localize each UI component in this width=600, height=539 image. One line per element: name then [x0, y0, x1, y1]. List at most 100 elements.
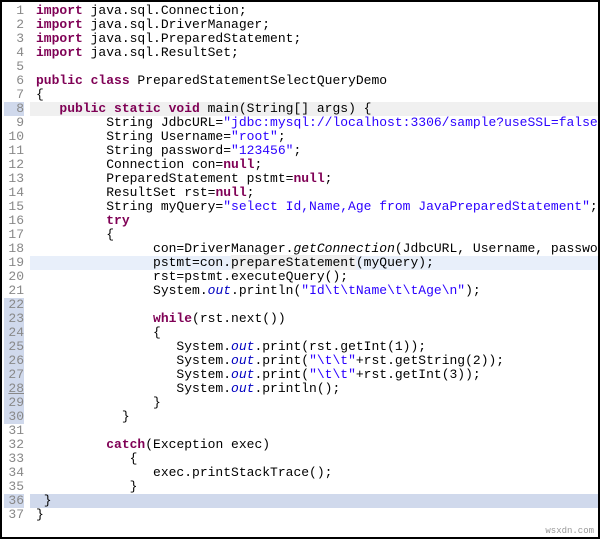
code-line: con=DriverManager.getConnection(JdbcURL,… — [30, 242, 598, 256]
token: out — [231, 353, 254, 368]
token: "123456" — [231, 143, 293, 158]
token: catch — [106, 437, 145, 452]
line-number: 37 — [4, 508, 24, 522]
token: import — [36, 31, 91, 46]
token: } — [36, 493, 52, 508]
code-line: { — [30, 452, 598, 466]
code-line: ResultSet rst=null; — [30, 186, 598, 200]
code-line: public class PreparedStatementSelectQuer… — [30, 74, 598, 88]
token: out — [231, 367, 254, 382]
token: exec.printStackTrace(); — [36, 465, 332, 480]
code-line: } — [30, 480, 598, 494]
token — [36, 213, 106, 228]
code-line: String Username="root"; — [30, 130, 598, 144]
code-line: String password="123456"; — [30, 144, 598, 158]
token: "\t\t" — [309, 367, 356, 382]
token: System. — [36, 283, 208, 298]
token: +rst.getString(2)); — [356, 353, 504, 368]
token: .println(); — [254, 381, 340, 396]
line-number: 12 — [4, 158, 24, 172]
line-number: 30 — [4, 410, 24, 424]
code-line: System.out.println("Id\t\tName\t\tAge\n"… — [30, 284, 598, 298]
token: prepareStatement — [231, 255, 356, 270]
token: System. — [36, 381, 231, 396]
token: (Exception exec) — [145, 437, 270, 452]
code-line: try — [30, 214, 598, 228]
code-area[interactable]: import java.sql.Connection;import java.s… — [30, 2, 598, 537]
code-line: System.out.print("\t\t"+rst.getInt(3)); — [30, 368, 598, 382]
token: { — [36, 87, 44, 102]
line-number: 31 — [4, 424, 24, 438]
code-line: pstmt=con.prepareStatement(myQuery); — [30, 256, 598, 270]
token: "Id\t\tName\t\tAge\n" — [301, 283, 465, 298]
line-number: 35 — [4, 480, 24, 494]
code-line: import java.sql.Connection; — [30, 4, 598, 18]
line-number: 15 — [4, 200, 24, 214]
token — [36, 101, 59, 116]
token: System. — [36, 353, 231, 368]
code-line: catch(Exception exec) — [30, 438, 598, 452]
line-number: 14 — [4, 186, 24, 200]
code-line: } — [30, 494, 598, 508]
code-line: { — [30, 228, 598, 242]
token: ; — [325, 171, 333, 186]
line-number: 7 — [4, 88, 24, 102]
token: java.sql.Connection; — [91, 3, 247, 18]
line-number: 9 — [4, 116, 24, 130]
token: .print( — [254, 353, 309, 368]
token: rst=pstmt.executeQuery(); — [36, 269, 348, 284]
code-line: } — [30, 410, 598, 424]
token: } — [36, 409, 130, 424]
token: } — [36, 395, 161, 410]
code-line: exec.printStackTrace(); — [30, 466, 598, 480]
code-line: { — [30, 326, 598, 340]
token: getConnection — [293, 241, 394, 256]
token: con=DriverManager. — [36, 241, 293, 256]
code-line: import java.sql.DriverManager; — [30, 18, 598, 32]
code-line: { — [30, 88, 598, 102]
line-number: 5 — [4, 60, 24, 74]
code-line: public static void main(String[] args) { — [30, 102, 598, 116]
token: public class — [36, 73, 137, 88]
code-line: String myQuery="select Id,Name,Age from … — [30, 200, 598, 214]
token: { — [36, 227, 114, 242]
token: (JdbcURL, Username, password); — [395, 241, 598, 256]
code-line: Connection con=null; — [30, 158, 598, 172]
token: ResultSet rst= — [36, 185, 215, 200]
line-number: 32 — [4, 438, 24, 452]
token: String JdbcURL= — [36, 115, 223, 130]
token: ; — [590, 199, 598, 214]
code-line: import java.sql.ResultSet; — [30, 46, 598, 60]
token: Connection con= — [36, 157, 223, 172]
line-number: 18 — [4, 242, 24, 256]
line-number: 22 — [4, 298, 24, 312]
line-gutter: 1234567891011121314151617181920212223242… — [2, 2, 30, 537]
token: out — [231, 381, 254, 396]
token: out — [208, 283, 231, 298]
token: System. — [36, 367, 231, 382]
token: "jdbc:mysql://localhost:3306/sample?useS… — [223, 115, 598, 130]
code-line: System.out.print(rst.getInt(1)); — [30, 340, 598, 354]
token: String Username= — [36, 129, 231, 144]
line-number: 28 — [4, 382, 24, 396]
token: import — [36, 45, 91, 60]
token: java.sql.DriverManager; — [91, 17, 270, 32]
token: "\t\t" — [309, 353, 356, 368]
token — [36, 311, 153, 326]
code-line: rst=pstmt.executeQuery(); — [30, 270, 598, 284]
code-line — [30, 298, 598, 312]
token: "select Id,Name,Age from JavaPreparedSta… — [223, 199, 590, 214]
line-number: 16 — [4, 214, 24, 228]
code-line: } — [30, 508, 598, 522]
token: ; — [278, 129, 286, 144]
line-number: 17 — [4, 228, 24, 242]
token: .print(rst.getInt(1)); — [254, 339, 426, 354]
line-number: 3 — [4, 32, 24, 46]
token: null — [215, 185, 246, 200]
code-line: import java.sql.PreparedStatement; — [30, 32, 598, 46]
code-line — [30, 60, 598, 74]
token — [36, 437, 106, 452]
line-number: 33 — [4, 452, 24, 466]
code-line: PreparedStatement pstmt=null; — [30, 172, 598, 186]
token: { — [36, 325, 161, 340]
